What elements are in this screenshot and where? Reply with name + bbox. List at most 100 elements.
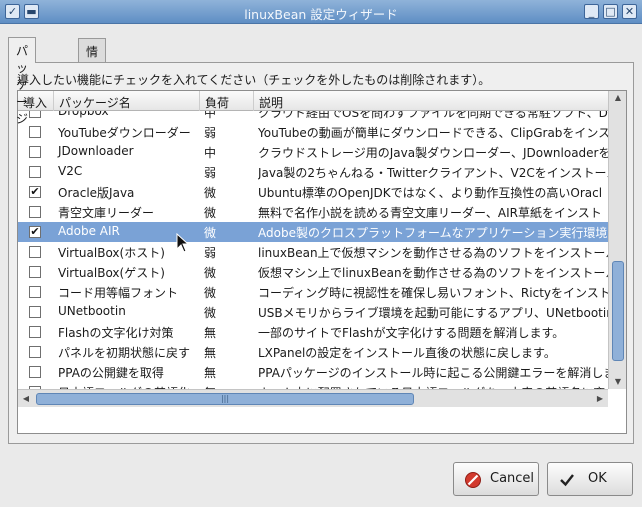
package-description: LXPanelの設定をインストール直後の状態に戻します。 bbox=[258, 346, 556, 360]
package-description: Ubuntu標準のOpenJDKではなく、より動作互換性の高いOracl bbox=[258, 186, 603, 200]
package-description: Java製の2ちゃんねる・Twitterクライアント、V2Cをインストールし bbox=[258, 166, 608, 180]
package-description: Adobe製のクロスプラットフォームなアプリケーション実行環境をイ bbox=[258, 226, 608, 240]
table-row[interactable]: 日本語フォルダの英語化無ホーム内に配置されている日本語フォルダを、本来の英語名に… bbox=[18, 382, 608, 389]
package-description: クラウド経由でOSを問わずファイルを同期できる常駐ソフト、Dropbox bbox=[258, 111, 608, 120]
package-load: 中 bbox=[204, 146, 217, 160]
package-load: 無 bbox=[204, 346, 217, 360]
package-list: 導入 パッケージ名 負荷 説明 Dropbox 中 クラウド経由でOSを問わずファイ… bbox=[17, 90, 627, 434]
package-description: コーディング時に視認性を確保し易いフォント、Rictyをインストール bbox=[258, 286, 608, 300]
install-checkbox[interactable]: ✔ bbox=[29, 186, 41, 198]
package-name: パネルを初期状態に戻す bbox=[58, 346, 191, 360]
package-description: 無料で名作小説を読める青空文庫リーダー、AIR草紙をインスト bbox=[258, 206, 602, 220]
package-description: linuxBean上で仮想マシンを動作させる為のソフトをインストール bbox=[258, 246, 608, 260]
table-row[interactable]: JDownloader 中 クラウドストレージ用のJava製ダウンローダー、JDow… bbox=[18, 142, 608, 162]
package-load: 無 bbox=[204, 366, 217, 380]
table-row[interactable]: コード用等幅フォント 微 コーディング時に視認性を確保し易いフォント、Rictyをイ… bbox=[18, 282, 608, 302]
table-row[interactable]: パネルを初期状態に戻す無 LXPanelの設定をインストール直後の状態に戻します。 bbox=[18, 342, 608, 362]
package-name: Flashの文字化け対策 bbox=[58, 326, 174, 340]
scroll-left-icon[interactable]: ◀ bbox=[18, 392, 34, 406]
table-row[interactable]: VirtualBox(ゲスト) 微 仮想マシン上でlinuxBeanを動作させる為の… bbox=[18, 262, 608, 282]
package-rows: Dropbox 中 クラウド経由でOSを問わずファイルを同期できる常駐ソフト、Dro… bbox=[18, 111, 608, 389]
package-load: 微 bbox=[204, 206, 217, 220]
install-checkbox[interactable] bbox=[29, 126, 41, 138]
package-load: 中 bbox=[204, 111, 217, 120]
cancel-button[interactable]: Cancel bbox=[453, 462, 539, 496]
tab-info[interactable]: 情報 bbox=[78, 38, 107, 76]
install-checkbox[interactable] bbox=[29, 326, 41, 338]
column-name[interactable]: パッケージ名 bbox=[54, 91, 200, 111]
column-description[interactable]: 説明 bbox=[254, 91, 608, 111]
table-row[interactable]: VirtualBox(ホスト) 弱 linuxBean上で仮想マシンを動作させる為の… bbox=[18, 242, 608, 262]
package-description: クラウドストレージ用のJava製ダウンローダー、JDownloaderをイ bbox=[258, 146, 608, 160]
packages-panel: 導入したい機能にチェックを入れてください（チェックを外したものは削除されます）。… bbox=[8, 62, 634, 444]
table-row[interactable]: YouTubeダウンローダー弱 YouTubeの動画が簡単にダウンロードできる、C… bbox=[18, 122, 608, 142]
package-load: 微 bbox=[204, 306, 217, 320]
cancel-label: Cancel bbox=[490, 471, 535, 486]
title-bar: ✓ ▬ linuxBean 設定ウィザード _ □ ✕ bbox=[0, 0, 642, 24]
install-checkbox[interactable] bbox=[29, 146, 41, 158]
table-row[interactable]: ✔ Oracle版Java 微 Ubuntu標準のOpenJDKではなく、より動作互換… bbox=[18, 182, 608, 202]
column-load[interactable]: 負荷 bbox=[200, 91, 254, 111]
install-checkbox[interactable] bbox=[29, 111, 41, 118]
package-name: Adobe AIR bbox=[58, 224, 120, 238]
tab-packages[interactable]: パッケージ bbox=[8, 37, 37, 126]
package-name: VirtualBox(ゲスト) bbox=[58, 266, 165, 280]
install-checkbox[interactable] bbox=[29, 266, 41, 278]
close-icon[interactable]: ✕ bbox=[622, 4, 637, 19]
package-name: 青空文庫リーダー bbox=[58, 206, 155, 220]
package-description: PPAパッケージのインストール時に起こる公開鍵エラーを解消しま bbox=[258, 366, 608, 380]
package-load: 微 bbox=[204, 286, 217, 300]
package-name: PPAの公開鍵を取得 bbox=[58, 366, 164, 380]
package-load: 微 bbox=[204, 186, 217, 200]
instruction-text: 導入したい機能にチェックを入れてください（チェックを外したものは削除されます）。 bbox=[17, 73, 491, 87]
scroll-right-icon[interactable]: ▶ bbox=[592, 392, 608, 406]
package-load: 無 bbox=[204, 326, 217, 340]
install-checkbox[interactable] bbox=[29, 206, 41, 218]
package-description: 仮想マシン上でlinuxBeanを動作させる為のソフトをインストール bbox=[258, 266, 608, 280]
package-name: UNetbootin bbox=[58, 304, 126, 318]
table-row[interactable]: 青空文庫リーダー 微 無料で名作小説を読める青空文庫リーダー、AIR草紙をインスト bbox=[18, 202, 608, 222]
package-load: 微 bbox=[204, 266, 217, 280]
vertical-scrollbar[interactable]: ▲ ▼ bbox=[608, 91, 626, 389]
table-row[interactable]: Dropbox 中 クラウド経由でOSを問わずファイルを同期できる常駐ソフト、Dro… bbox=[18, 111, 608, 122]
install-checkbox[interactable] bbox=[29, 366, 41, 378]
ok-label: OK bbox=[588, 471, 607, 486]
horizontal-scroll-thumb[interactable]: ||| bbox=[36, 393, 414, 405]
maximize-icon[interactable]: □ bbox=[603, 4, 618, 19]
table-row[interactable]: V2C 弱 Java製の2ちゃんねる・Twitterクライアント、V2Cをインストー… bbox=[18, 162, 608, 182]
package-description: USBメモリからライブ環境を起動可能にするアプリ、UNetbootin bbox=[258, 306, 608, 320]
install-checkbox[interactable] bbox=[29, 286, 41, 298]
table-row[interactable]: Flashの文字化け対策 無 一部のサイトでFlashが文字化けする問題を解消します… bbox=[18, 322, 608, 342]
install-checkbox[interactable] bbox=[29, 306, 41, 318]
checkmark-icon bbox=[560, 474, 574, 487]
mouse-cursor-icon bbox=[176, 233, 190, 253]
install-checkbox[interactable] bbox=[29, 246, 41, 258]
install-checkbox[interactable]: ✔ bbox=[29, 226, 41, 238]
install-checkbox[interactable] bbox=[29, 166, 41, 178]
package-name: JDownloader bbox=[58, 144, 134, 158]
install-checkbox[interactable] bbox=[29, 346, 41, 358]
package-load: 弱 bbox=[204, 246, 217, 260]
table-row[interactable]: ✔ Adobe AIR 微 Adobe製のクロスプラットフォームなアプリケーション実行… bbox=[18, 222, 608, 242]
package-description: 一部のサイトでFlashが文字化けする問題を解消します。 bbox=[258, 326, 565, 340]
table-row[interactable]: UNetbootin 微 USBメモリからライブ環境を起動可能にするアプリ、UNet… bbox=[18, 302, 608, 322]
package-name: Oracle版Java bbox=[58, 186, 135, 200]
package-load: 弱 bbox=[204, 166, 217, 180]
table-row[interactable]: PPAの公開鍵を取得 無 PPAパッケージのインストール時に起こる公開鍵エラーを解消… bbox=[18, 362, 608, 382]
ok-button[interactable]: OK bbox=[547, 462, 633, 496]
scroll-up-icon[interactable]: ▲ bbox=[609, 91, 626, 105]
vertical-scroll-thumb[interactable] bbox=[612, 261, 624, 361]
package-name: V2C bbox=[58, 164, 83, 178]
package-load: 微 bbox=[204, 226, 217, 240]
cancel-icon bbox=[465, 472, 481, 488]
package-name: コード用等幅フォント bbox=[58, 286, 179, 300]
horizontal-scrollbar[interactable]: ◀ ||| ▶ bbox=[18, 389, 608, 407]
package-load: 弱 bbox=[204, 126, 217, 140]
window-title: linuxBean 設定ウィザード bbox=[244, 7, 398, 22]
package-name: VirtualBox(ホスト) bbox=[58, 246, 165, 260]
package-name: Dropbox bbox=[58, 111, 109, 118]
scroll-down-icon[interactable]: ▼ bbox=[609, 375, 626, 389]
minimize-icon[interactable]: _ bbox=[584, 4, 599, 19]
package-name: YouTubeダウンローダー bbox=[58, 126, 191, 140]
list-header: 導入 パッケージ名 負荷 説明 bbox=[18, 91, 608, 111]
